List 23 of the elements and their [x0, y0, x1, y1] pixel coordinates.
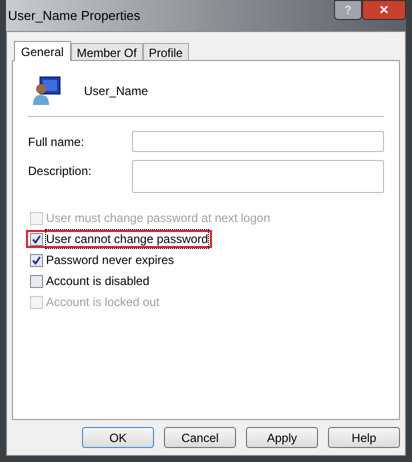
dialog-button[interactable]: OK [82, 427, 154, 448]
text-field[interactable] [132, 131, 384, 152]
checkbox[interactable] [30, 274, 43, 288]
user-name: User_Name [84, 82, 148, 100]
checkmark-icon [32, 234, 41, 244]
dialog-button[interactable]: Apply [246, 427, 318, 448]
window-title: User_Name Properties [8, 6, 140, 25]
user-computer-icon [32, 74, 62, 106]
dialog-button[interactable]: Help [328, 427, 400, 448]
checkbox[interactable] [30, 232, 43, 246]
text-field[interactable] [132, 160, 384, 193]
close-button[interactable]: ✕ [362, 0, 406, 20]
tab[interactable]: Profile [142, 43, 189, 60]
highlighted-checkbox[interactable]: User cannot change password [26, 230, 212, 248]
tab[interactable]: General [14, 41, 71, 61]
checkbox-option[interactable]: Account is disabled [26, 272, 154, 290]
checkbox-option[interactable]: Password never expires [26, 251, 178, 269]
field-label: Full name: [28, 134, 84, 151]
checkmark-icon [32, 256, 41, 264]
tab[interactable]: Member Of [70, 43, 143, 60]
checkbox[interactable] [30, 254, 43, 266]
dialog-button[interactable]: Cancel [164, 427, 236, 448]
field-label: Description: [28, 163, 92, 180]
